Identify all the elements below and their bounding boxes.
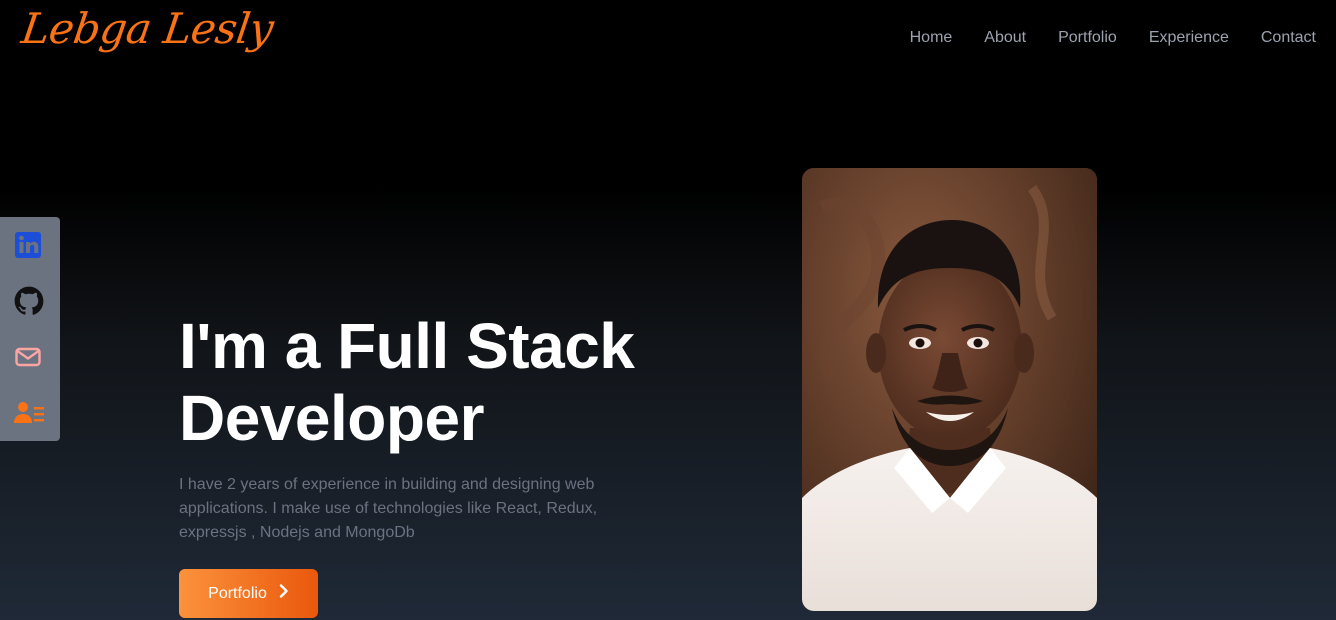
- profile-photo: [802, 168, 1097, 611]
- social-link-linkedin[interactable]: [0, 217, 60, 273]
- social-link-github[interactable]: [0, 273, 60, 329]
- social-links-sidebar: [0, 217, 60, 441]
- navbar: Lebga Lesly Home About Portfolio Experie…: [0, 0, 1336, 80]
- linkedin-icon: [14, 231, 42, 259]
- site-logo[interactable]: Lebga Lesly: [19, 4, 277, 53]
- social-link-resume[interactable]: [0, 385, 60, 441]
- nav-link-contact[interactable]: Contact: [1261, 29, 1316, 47]
- hero-headline: I'm a Full Stack Developer: [179, 310, 739, 454]
- hero-section: I'm a Full Stack Developer: [179, 310, 739, 454]
- mail-icon: [14, 343, 42, 371]
- portfolio-button[interactable]: Portfolio: [179, 569, 318, 618]
- github-icon: [14, 286, 44, 316]
- hero-headline-line1: I'm a Full Stack: [179, 310, 635, 382]
- nav-link-experience[interactable]: Experience: [1149, 29, 1229, 47]
- portfolio-button-label: Portfolio: [208, 584, 267, 602]
- hero-headline-line2: Developer: [179, 382, 484, 454]
- portrait-illustration: [802, 168, 1097, 611]
- nav-link-portfolio[interactable]: Portfolio: [1058, 29, 1117, 47]
- hero-bio: I have 2 years of experience in building…: [179, 476, 598, 541]
- nav-link-about[interactable]: About: [984, 29, 1026, 47]
- nav-link-home[interactable]: Home: [910, 29, 953, 47]
- resume-icon: [14, 399, 46, 427]
- social-link-mail[interactable]: [0, 329, 60, 385]
- chevron-right-icon: [279, 584, 289, 603]
- main-nav: Home About Portfolio Experience Contact: [910, 29, 1316, 47]
